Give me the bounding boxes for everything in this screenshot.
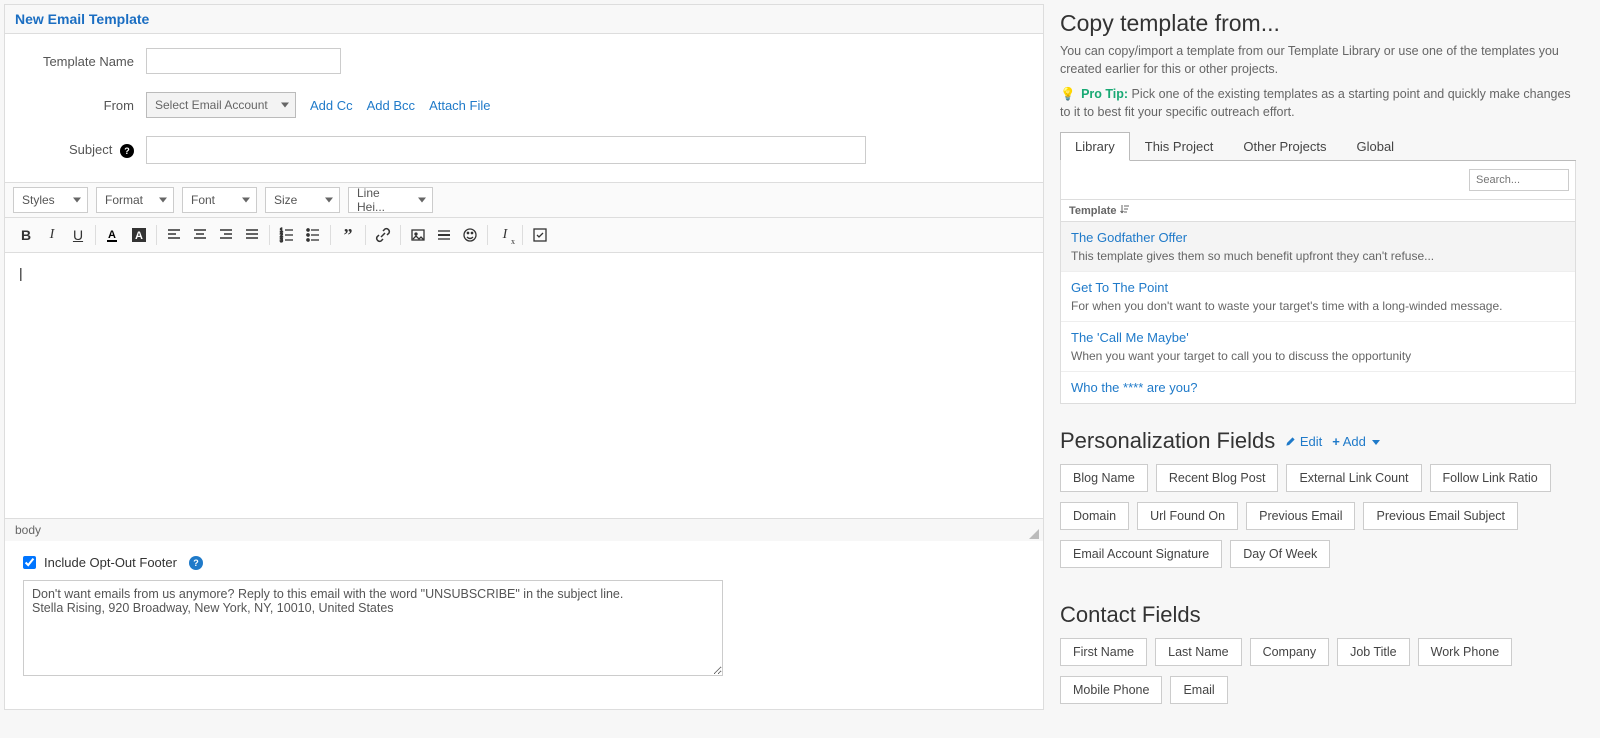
personalization-pill[interactable]: Follow Link Ratio [1430,464,1551,492]
personalization-pill[interactable]: Previous Email [1246,502,1355,530]
bg-color-button[interactable]: A [126,222,152,248]
size-dropdown[interactable]: Size [265,187,340,213]
contact-pill[interactable]: Last Name [1155,638,1241,666]
align-left-button[interactable] [161,222,187,248]
personalization-pill[interactable]: External Link Count [1286,464,1421,492]
italic-button[interactable]: I [39,222,65,248]
copy-desc: You can copy/import a template from our … [1060,43,1576,78]
underline-button[interactable]: U [65,222,91,248]
contact-pill[interactable]: Mobile Phone [1060,676,1162,704]
optout-checkbox[interactable] [23,556,36,569]
panel-title: New Email Template [5,5,1043,34]
tab-this-project[interactable]: This Project [1130,132,1229,161]
link-button[interactable] [370,222,396,248]
template-desc: For when you don't want to waste your ta… [1071,299,1565,313]
bold-button[interactable]: B [13,222,39,248]
help-icon[interactable]: ? [189,556,203,570]
personalization-pill[interactable]: Email Account Signature [1060,540,1222,568]
personalization-pill[interactable]: Blog Name [1060,464,1148,492]
template-list: The Godfather Offer This template gives … [1060,222,1576,404]
personalization-title: Personalization Fields [1060,428,1275,454]
template-name[interactable]: The Godfather Offer [1071,230,1565,245]
contact-pill[interactable]: Company [1250,638,1330,666]
template-desc: This template gives them so much benefit… [1071,249,1565,263]
contact-pill[interactable]: First Name [1060,638,1147,666]
add-bcc-link[interactable]: Add Bcc [367,98,415,113]
template-column-header[interactable]: Template [1060,200,1576,222]
font-dropdown[interactable]: Font [182,187,257,213]
editor-element-path: body [5,518,1043,541]
subject-label: Subject ? [21,142,146,158]
optout-footer-text[interactable] [23,580,723,676]
hr-button[interactable] [431,222,457,248]
svg-text:A: A [135,230,143,242]
svg-text:3: 3 [280,238,283,243]
tab-global[interactable]: Global [1341,132,1409,161]
contact-pill[interactable]: Job Title [1337,638,1410,666]
align-justify-button[interactable] [239,222,265,248]
template-name[interactable]: Who the **** are you? [1071,380,1565,395]
clear-format-button[interactable]: Ix [492,222,518,248]
attach-file-link[interactable]: Attach File [429,98,490,113]
ordered-list-button[interactable]: 123 [274,222,300,248]
template-name[interactable]: Get To The Point [1071,280,1565,295]
blockquote-button[interactable]: ” [335,222,361,248]
template-row[interactable]: Who the **** are you? [1061,371,1575,403]
emoji-button[interactable] [457,222,483,248]
template-row[interactable]: The 'Call Me Maybe' When you want your t… [1061,321,1575,371]
contact-pill[interactable]: Email [1170,676,1227,704]
align-center-button[interactable] [187,222,213,248]
lineheight-dropdown[interactable]: Line Hei... [348,187,433,213]
contact-title: Contact Fields [1060,602,1201,628]
pro-tip: 💡 Pro Tip: Pick one of the existing temp… [1060,86,1576,121]
image-button[interactable] [405,222,431,248]
editor-cursor: | [19,265,23,281]
format-dropdown[interactable]: Format [96,187,174,213]
source-button[interactable] [527,222,553,248]
contact-pill[interactable]: Work Phone [1418,638,1513,666]
template-name-label: Template Name [21,54,146,69]
tab-other-projects[interactable]: Other Projects [1228,132,1341,161]
contact-pills: First Name Last Name CompanyJob Title Work … [1060,638,1576,714]
template-name[interactable]: The 'Call Me Maybe' [1071,330,1565,345]
align-right-button[interactable] [213,222,239,248]
from-account-select[interactable]: Select Email Account [146,92,296,118]
template-name-input[interactable] [146,48,341,74]
personalization-pill[interactable]: Url Found On [1137,502,1238,530]
personalization-pill[interactable]: Domain [1060,502,1129,530]
optout-label: Include Opt-Out Footer [44,555,177,570]
copy-title: Copy template from... [1060,10,1576,37]
unordered-list-button[interactable] [300,222,326,248]
email-template-editor: New Email Template Template Name From Se… [4,4,1044,710]
sort-icon [1120,204,1130,217]
edit-fields-link[interactable]: Edit [1285,434,1322,449]
help-icon[interactable]: ? [120,144,134,158]
styles-dropdown[interactable]: Styles [13,187,88,213]
template-search-input[interactable] [1469,169,1569,191]
chevron-down-icon [1372,440,1380,445]
personalization-pill[interactable]: Recent Blog Post [1156,464,1279,492]
editor-body[interactable]: | [5,253,1043,518]
add-field-link[interactable]: + Add [1332,434,1379,449]
from-label: From [21,98,146,113]
tab-library[interactable]: Library [1060,132,1130,161]
personalization-pill[interactable]: Day Of Week [1230,540,1330,568]
lightbulb-icon: 💡 [1060,87,1076,101]
resize-handle-icon[interactable] [1029,529,1039,539]
add-cc-link[interactable]: Add Cc [310,98,353,113]
text-color-button[interactable]: A [100,222,126,248]
template-row[interactable]: Get To The Point For when you don't want… [1061,271,1575,321]
personalization-pill[interactable]: Previous Email Subject [1363,502,1518,530]
template-row[interactable]: The Godfather Offer This template gives … [1061,222,1575,271]
subject-input[interactable] [146,136,866,164]
template-desc: When you want your target to call you to… [1071,349,1565,363]
personalization-pills: Blog Name Recent Blog PostExternal Link C… [1060,464,1576,578]
svg-text:A: A [108,229,116,241]
template-source-tabs: Library This Project Other Projects Glob… [1060,131,1576,161]
